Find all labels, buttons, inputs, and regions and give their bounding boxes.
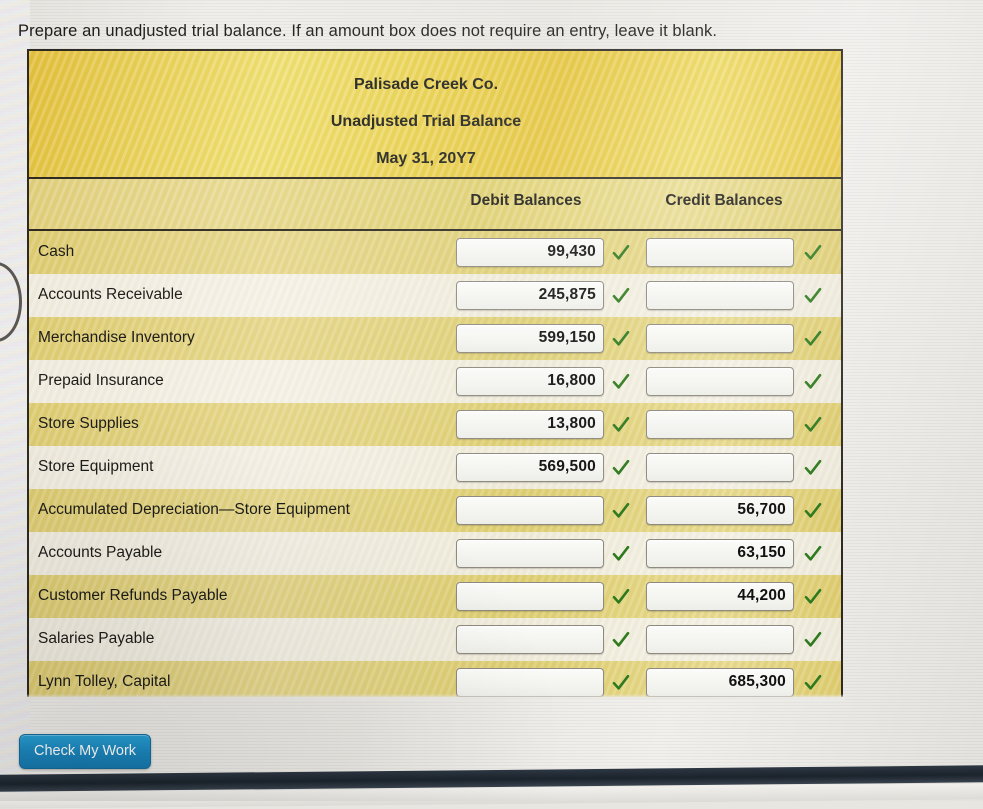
debit-check-icon xyxy=(612,544,630,564)
credit-check-icon xyxy=(804,286,822,306)
account-name: Accounts Receivable xyxy=(38,286,183,303)
debit-check-icon xyxy=(612,501,630,521)
credit-amount-input[interactable]: 56,700 xyxy=(646,496,794,525)
table-row: Accumulated Depreciation—Store Equipment… xyxy=(29,489,841,532)
account-name: Merchandise Inventory xyxy=(38,329,195,346)
credit-amount-value: 685,300 xyxy=(728,673,786,690)
account-name: Store Equipment xyxy=(38,458,154,475)
table-row: Salaries Payable xyxy=(29,618,841,661)
credit-amount-value: 44,200 xyxy=(737,587,786,604)
credit-check-icon xyxy=(804,630,822,650)
credit-amount-input[interactable] xyxy=(646,367,794,396)
statement-title: Unadjusted Trial Balance xyxy=(330,113,522,130)
debit-amount-input[interactable] xyxy=(456,539,604,568)
table-row: Customer Refunds Payable 44,200 xyxy=(29,575,841,618)
table-row: Accounts Receivable 245,875 xyxy=(29,274,841,317)
credit-check-icon xyxy=(804,372,822,392)
debit-amount-value: 16,800 xyxy=(547,372,596,389)
account-name: Cash xyxy=(38,243,75,260)
debit-amount-input[interactable] xyxy=(456,496,604,525)
credit-check-icon xyxy=(804,329,822,349)
debit-amount-input[interactable]: 99,430 xyxy=(456,238,604,267)
credit-amount-input[interactable] xyxy=(646,625,794,654)
account-name: Customer Refunds Payable xyxy=(38,587,228,604)
company-name-line: Palisade Creek Co. xyxy=(29,77,841,93)
credit-amount-input[interactable] xyxy=(646,410,794,439)
statement-date-line: May 31, 20Y7 xyxy=(29,151,841,167)
table-row: Store Equipment 569,500 xyxy=(29,446,841,489)
table-row: Prepaid Insurance 16,800 xyxy=(29,360,841,403)
debit-amount-input[interactable]: 569,500 xyxy=(456,453,604,482)
account-name: Accounts Payable xyxy=(38,544,163,561)
account-name: Prepaid Insurance xyxy=(38,372,164,389)
table-row: Lynn Tolley, Capital 685,300 xyxy=(29,661,841,697)
debit-amount-value: 569,500 xyxy=(538,458,596,475)
credit-amount-input[interactable] xyxy=(646,324,794,353)
debit-amount-input[interactable]: 599,150 xyxy=(456,324,604,353)
worksheet-rows: Cash 99,430 Accounts Receivable 245,875 Merc… xyxy=(29,231,841,697)
credit-amount-value: 56,700 xyxy=(737,501,786,518)
credit-amount-input[interactable] xyxy=(646,281,794,310)
exercise-instruction: Prepare an unadjusted trial balance. If … xyxy=(18,22,718,40)
debit-amount-value: 245,875 xyxy=(538,286,596,303)
table-row: Store Supplies 13,800 xyxy=(29,403,841,446)
account-name: Accumulated Depreciation—Store Equipment xyxy=(38,501,350,518)
credit-amount-value: 63,150 xyxy=(737,544,786,561)
credit-amount-input[interactable]: 685,300 xyxy=(646,668,794,697)
debit-amount-value: 599,150 xyxy=(538,329,596,346)
company-name: Palisade Creek Co. xyxy=(353,76,499,93)
debit-amount-input[interactable] xyxy=(456,668,604,697)
column-header-debit: Debit Balances xyxy=(470,192,582,209)
check-my-work-button[interactable]: Check My Work xyxy=(19,734,152,769)
debit-amount-input[interactable]: 16,800 xyxy=(456,367,604,396)
credit-amount-input[interactable] xyxy=(646,453,794,482)
table-row: Merchandise Inventory 599,150 xyxy=(29,317,841,360)
debit-check-icon xyxy=(612,372,630,392)
exercise-page: Prepare an unadjusted trial balance. If … xyxy=(0,0,983,801)
account-name: Salaries Payable xyxy=(38,630,155,647)
debit-check-icon xyxy=(612,458,630,478)
debit-amount-input[interactable] xyxy=(456,625,604,654)
debit-check-icon xyxy=(612,286,630,306)
trial-balance-worksheet: Palisade Creek Co. Unadjusted Trial Bala… xyxy=(27,49,843,697)
credit-check-icon xyxy=(804,501,822,521)
statement-date: May 31, 20Y7 xyxy=(376,150,476,167)
table-row: Cash 99,430 xyxy=(29,231,841,274)
table-row: Accounts Payable 63,150 xyxy=(29,532,841,575)
credit-check-icon xyxy=(804,458,822,478)
column-header-row: Debit Balances Credit Balances xyxy=(29,179,841,231)
credit-amount-input[interactable]: 44,200 xyxy=(646,582,794,611)
debit-check-icon xyxy=(612,329,630,349)
debit-check-icon xyxy=(612,415,630,435)
credit-amount-input[interactable] xyxy=(646,238,794,267)
worksheet-heading: Palisade Creek Co. Unadjusted Trial Bala… xyxy=(29,51,841,179)
debit-amount-value: 13,800 xyxy=(547,415,596,432)
debit-check-icon xyxy=(612,243,630,263)
column-header-credit: Credit Balances xyxy=(665,192,783,209)
account-name: Lynn Tolley, Capital xyxy=(38,673,171,690)
worksheet-bottom-cutoff xyxy=(25,694,845,700)
debit-amount-value: 99,430 xyxy=(547,243,596,260)
credit-check-icon xyxy=(804,415,822,435)
debit-amount-input[interactable]: 13,800 xyxy=(456,410,604,439)
debit-check-icon xyxy=(612,630,630,650)
credit-check-icon xyxy=(804,673,822,693)
debit-check-icon xyxy=(612,673,630,693)
credit-amount-input[interactable]: 63,150 xyxy=(646,539,794,568)
debit-amount-input[interactable]: 245,875 xyxy=(456,281,604,310)
statement-title-line: Unadjusted Trial Balance xyxy=(29,114,841,130)
credit-check-icon xyxy=(804,544,822,564)
account-name: Store Supplies xyxy=(38,415,139,432)
credit-check-icon xyxy=(804,587,822,607)
debit-check-icon xyxy=(612,587,630,607)
debit-amount-input[interactable] xyxy=(456,582,604,611)
credit-check-icon xyxy=(804,243,822,263)
